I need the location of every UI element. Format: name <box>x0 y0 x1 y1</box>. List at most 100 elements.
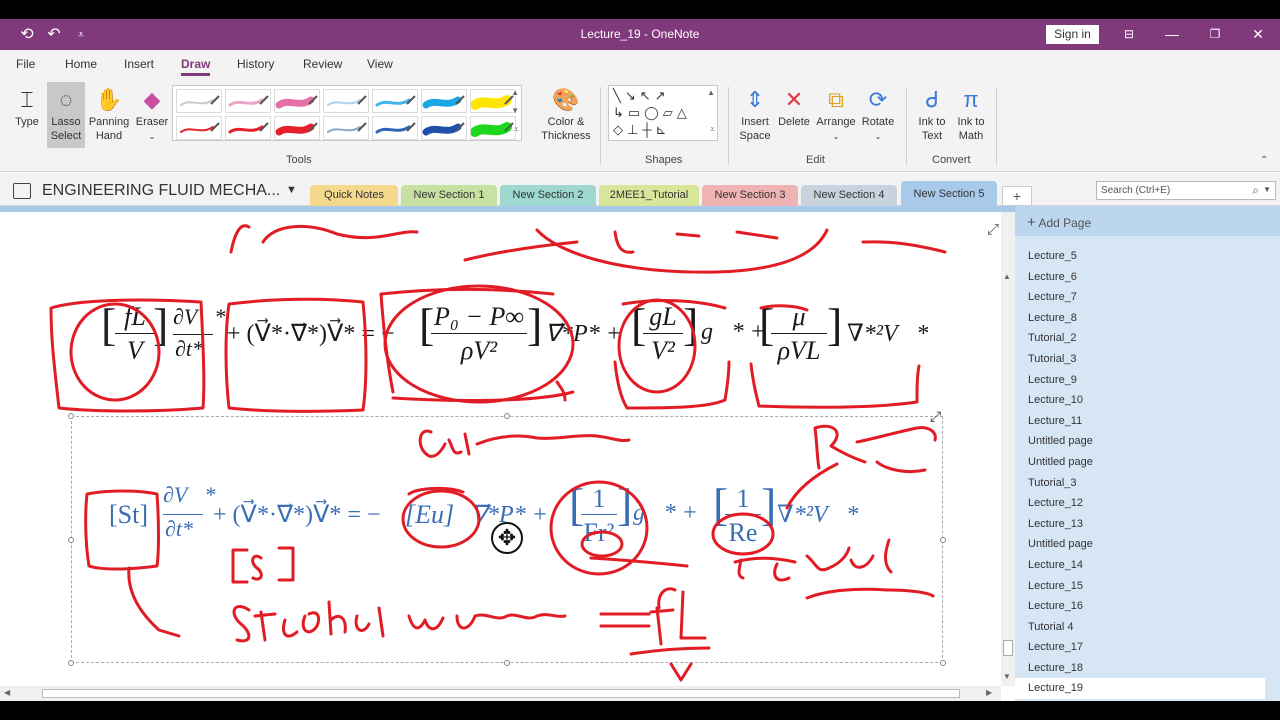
add-page-button[interactable]: + Add Page <box>1015 206 1280 236</box>
pen-swatch[interactable] <box>176 116 222 140</box>
fullscreen-icon[interactable]: ⊟ <box>1116 22 1142 46</box>
page-item[interactable]: Lecture_14 <box>1015 555 1265 576</box>
page-item[interactable]: Lecture_9 <box>1015 370 1265 391</box>
page-item[interactable]: Lecture_17 <box>1015 637 1265 658</box>
page-item[interactable]: Lecture_12 <box>1015 493 1265 514</box>
tab-review[interactable]: Review <box>303 57 342 71</box>
canvas-vertical-scrollbar[interactable]: ▲ ▼ <box>1001 212 1015 686</box>
tab-home[interactable]: Home <box>65 57 97 71</box>
panning-hand-button[interactable]: ✋ Panning Hand <box>87 85 131 143</box>
pen-swatch[interactable] <box>372 89 418 113</box>
tab-draw[interactable]: Draw <box>181 57 211 76</box>
page-item[interactable]: Tutorial 4 <box>1015 617 1265 638</box>
delete-button[interactable]: ✕ Delete <box>776 85 812 129</box>
page-item[interactable]: Lecture_10 <box>1015 390 1265 411</box>
page-list: Lecture_5 Lecture_6 Lecture_7 Lecture_8 Tuto… <box>1015 246 1265 700</box>
pen-stroke-icon <box>180 122 220 133</box>
page-item[interactable]: Untitled page <box>1015 452 1265 473</box>
section-tab[interactable]: New Section 2 <box>500 185 596 206</box>
shape-lines-row[interactable]: ╲↘↖↗ <box>613 88 670 104</box>
scroll-left-icon[interactable]: ◀ <box>4 688 10 697</box>
pen-gallery-down-icon[interactable]: ▼ <box>511 106 519 115</box>
close-icon[interactable]: ✕ <box>1245 22 1271 46</box>
shape-axes-row[interactable]: ◇⊥┼⊾ <box>613 122 670 138</box>
search-scope-chevron-icon[interactable]: ▼ <box>1263 185 1271 194</box>
page-item[interactable]: Untitled page <box>1015 431 1265 452</box>
page-item-current[interactable]: Lecture_19 <box>1015 678 1265 700</box>
insert-space-button[interactable]: ⇕ Insert Space <box>736 85 774 143</box>
page-canvas[interactable]: [ fL V ] ∂V⃗* ∂t* + (V⃗*·∇⃗*)V⃗* = − [ P… <box>17 212 1001 686</box>
page-item[interactable]: Tutorial_2 <box>1015 328 1265 349</box>
sign-in-button[interactable]: Sign in <box>1046 25 1099 44</box>
canvas-horizontal-scrollbar[interactable]: ◀ ▶ <box>0 686 1001 701</box>
section-tab-active[interactable]: New Section 5 <box>901 181 997 207</box>
page-item[interactable]: Lecture_6 <box>1015 267 1265 288</box>
type-button[interactable]: ⌶ Type <box>10 85 44 129</box>
rotate-button[interactable]: ⟳ Rotate ⌄ <box>860 85 896 144</box>
pen-swatch[interactable] <box>274 116 320 140</box>
page-item[interactable]: Lecture_8 <box>1015 308 1265 329</box>
eraser-button[interactable]: ◆ Eraser ⌄ <box>134 85 170 144</box>
section-tab[interactable]: New Section 1 <box>401 185 497 206</box>
pen-swatch[interactable] <box>470 116 516 140</box>
scroll-right-icon[interactable]: ▶ <box>986 688 992 697</box>
horizontal-scroll-thumb[interactable] <box>42 689 960 698</box>
minimize-icon[interactable]: — <box>1159 22 1185 46</box>
section-tab[interactable]: New Section 4 <box>801 185 897 206</box>
scroll-down-icon[interactable]: ▼ <box>1003 672 1011 681</box>
page-item[interactable]: Tutorial_3 <box>1015 473 1265 494</box>
ink-annotations <box>49 224 947 682</box>
lasso-icon: ◌ <box>59 87 73 112</box>
page-item[interactable]: Untitled page <box>1015 534 1265 555</box>
palette-icon: 🎨 <box>552 87 580 112</box>
page-item[interactable]: Lecture_16 <box>1015 596 1265 617</box>
section-tab[interactable]: 2MEE1_Tutorial <box>599 185 699 206</box>
pen-swatch[interactable] <box>470 89 516 113</box>
pen-swatch[interactable] <box>225 89 271 113</box>
page-item[interactable]: Lecture_5 <box>1015 246 1265 267</box>
pen-gallery-up-icon[interactable]: ▲ <box>511 88 519 97</box>
pen-swatch[interactable] <box>225 116 271 140</box>
pen-swatch[interactable] <box>176 89 222 113</box>
shapes-up-icon[interactable]: ▲ <box>707 88 715 97</box>
pen-swatch[interactable] <box>323 116 369 140</box>
ribbon-separator <box>996 87 997 165</box>
tab-insert[interactable]: Insert <box>124 57 154 71</box>
notebook-dropdown-icon[interactable]: ▼ <box>286 184 297 196</box>
pen-swatch[interactable] <box>323 89 369 113</box>
page-item[interactable]: Tutorial_3 <box>1015 349 1265 370</box>
section-tab[interactable]: Quick Notes <box>310 185 398 206</box>
section-tab[interactable]: New Section 3 <box>702 185 798 206</box>
page-item[interactable]: Lecture_15 <box>1015 576 1265 597</box>
restore-icon[interactable]: ❐ <box>1202 22 1228 46</box>
scroll-thumb[interactable] <box>1003 640 1013 656</box>
search-input[interactable]: Search (Ctrl+E) ⌕ ▼ <box>1096 181 1276 200</box>
tab-view[interactable]: View <box>367 57 393 71</box>
page-item[interactable]: Lecture_11 <box>1015 411 1265 432</box>
scroll-up-icon[interactable]: ▲ <box>1003 272 1011 281</box>
tab-history[interactable]: History <box>237 57 274 71</box>
pen-swatch[interactable] <box>274 89 320 113</box>
ink-to-text-button[interactable]: Ꮷ Ink to Text <box>914 85 950 143</box>
arrange-button[interactable]: ⧉ Arrange ⌄ <box>814 85 858 144</box>
ink-to-math-button[interactable]: π Ink to Math <box>953 85 989 143</box>
pen-gallery-more-icon[interactable]: ⩡ <box>514 124 519 135</box>
page-item[interactable]: Lecture_13 <box>1015 514 1265 535</box>
tab-file[interactable]: File <box>16 57 35 71</box>
hand-icon: ✋ <box>95 87 123 112</box>
shapes-gallery[interactable]: ╲↘↖↗ ↳▭◯▱△ ◇⊥┼⊾ ▲ ⩡ <box>608 85 718 141</box>
shapes-more-icon[interactable]: ⩡ <box>710 124 715 135</box>
add-section-button[interactable]: + <box>1002 186 1032 206</box>
lasso-select-button[interactable]: ◌ Lasso Select <box>47 82 85 148</box>
color-thickness-button[interactable]: 🎨 Color & Thickness <box>540 85 592 143</box>
notebook-name[interactable]: ENGINEERING FLUID MECHA... <box>42 182 280 200</box>
pen-swatch[interactable] <box>421 116 467 140</box>
pen-swatch[interactable] <box>421 89 467 113</box>
pen-stroke-icon <box>327 122 367 133</box>
page-item[interactable]: Lecture_7 <box>1015 287 1265 308</box>
pen-swatch[interactable] <box>372 116 418 140</box>
collapse-ribbon-icon[interactable]: ⌃ <box>1260 155 1268 166</box>
page-item[interactable]: Lecture_18 <box>1015 658 1265 679</box>
shape-boxes-row[interactable]: ↳▭◯▱△ <box>613 105 691 121</box>
expand-page-icon[interactable]: ⤢ <box>987 221 999 238</box>
